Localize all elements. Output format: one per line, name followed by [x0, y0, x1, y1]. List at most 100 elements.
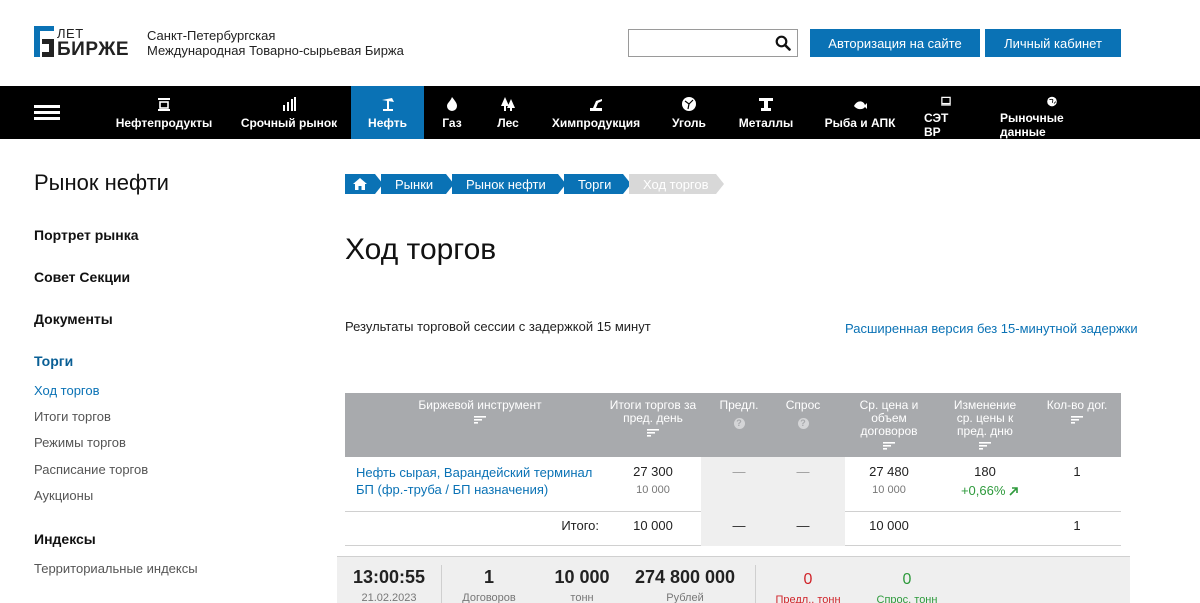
arrow-up-icon: [1009, 487, 1018, 496]
prev-volume: 10 000: [636, 484, 670, 496]
demand-value: —: [796, 464, 810, 479]
extended-version-link[interactable]: Расширенная версия без 15-минутной задер…: [845, 321, 1138, 336]
nav-item-futures[interactable]: Срочный рынок: [238, 86, 340, 139]
avg-volume: 10 000: [872, 484, 906, 496]
breadcrumb-markets[interactable]: Рынки: [381, 174, 454, 194]
total-count: 1: [1073, 518, 1081, 533]
nav-item-metals[interactable]: Металлы: [738, 86, 794, 139]
th-label: Предл.: [719, 398, 759, 412]
nav-label: Рыночные данные: [1000, 111, 1064, 139]
summary-offer-value: 0: [803, 571, 813, 588]
nav-item-market-data[interactable]: Рыночные данные: [1000, 86, 1104, 139]
nav-item-chemicals[interactable]: Химпродукция: [552, 86, 640, 139]
monitor-icon: [941, 96, 951, 106]
coal-icon: [682, 97, 696, 111]
summary-rubles: 274 800 000 Рублей: [625, 567, 745, 603]
sort-icon: [474, 416, 486, 424]
main-nav: Нефтепродукты Срочный рынок Нефть Газ Ле…: [0, 86, 1200, 139]
summary-rubles-label: Рублей: [666, 592, 704, 603]
search-input[interactable]: [629, 30, 769, 56]
sidebar-item-documents[interactable]: Документы: [34, 311, 113, 327]
sidebar-subitem-trading-progress[interactable]: Ход торгов: [34, 383, 100, 398]
th-avg-price[interactable]: Ср. цена и объем договоров: [847, 399, 931, 450]
sidebar-title: Рынок нефти: [34, 170, 169, 195]
nav-label: Лес: [497, 116, 519, 130]
breadcrumb-current: Ход торгов: [629, 174, 724, 194]
cabinet-button[interactable]: Личный кабинет: [985, 29, 1121, 57]
table-header: Биржевой инструмент Итоги торгов за пред…: [345, 393, 1121, 457]
total-label: Итого:: [561, 518, 599, 533]
summary-time-value: 13:00:55: [352, 567, 426, 587]
contracts-count: 1: [1073, 464, 1081, 479]
nav-item-coal[interactable]: Уголь: [668, 86, 710, 139]
logo-word: БИРЖЕ: [57, 39, 130, 60]
total-avg-volume: 10 000: [869, 518, 909, 533]
summary-tons-label: тонн: [570, 592, 594, 603]
sort-icon: [1071, 416, 1083, 424]
sidebar-subitem-trading-schedule[interactable]: Расписание торгов: [34, 462, 148, 477]
summary-time: 13:00:55 21.02.2023: [347, 567, 431, 603]
globe-icon: [1047, 96, 1057, 107]
nav-item-forest[interactable]: Лес: [488, 86, 528, 139]
home-icon: [353, 178, 367, 190]
nav-item-gas[interactable]: Газ: [432, 86, 472, 139]
nav-item-fish[interactable]: Рыба и АПК: [824, 86, 896, 139]
exchange-logo[interactable]: ЛЕТ БИРЖЕ: [34, 26, 130, 60]
nav-item-set-vr[interactable]: СЭТ ВР: [924, 86, 968, 139]
metal-icon: [759, 98, 773, 111]
session-note: Результаты торговой сессии с задержкой 1…: [345, 319, 651, 334]
th-label: Итоги торгов за пред. день: [609, 398, 697, 425]
sidebar-item-market-portrait[interactable]: Портрет рынка: [34, 227, 139, 243]
breadcrumb-home[interactable]: [345, 174, 383, 194]
question-icon[interactable]: ?: [733, 418, 745, 429]
flame-icon: [447, 97, 457, 111]
sidebar-subitem-trading-results[interactable]: Итоги торгов: [34, 409, 111, 424]
search-box: [628, 29, 798, 57]
sidebar-subitem-trading-modes[interactable]: Режимы торгов: [34, 435, 126, 450]
summary-rubles-value: 274 800 000: [634, 567, 736, 587]
sidebar-subitem-auctions[interactable]: Аукционы: [34, 488, 93, 503]
avg-price: 27 480: [869, 464, 909, 479]
nav-item-oil[interactable]: Нефть: [351, 86, 424, 139]
breadcrumb-trading[interactable]: Торги: [564, 174, 631, 194]
session-summary-bar: 13:00:55 21.02.2023 1 Договоров 10 000 т…: [337, 556, 1130, 603]
sidebar-subitem-territorial-indices[interactable]: Территориальные индексы: [34, 561, 198, 576]
sort-icon: [883, 442, 895, 450]
sidebar-item-indices[interactable]: Индексы: [34, 531, 96, 547]
th-label: Биржевой инструмент: [418, 398, 542, 412]
nav-label: Газ: [442, 116, 462, 130]
th-count[interactable]: Кол-во дог.: [1039, 399, 1115, 424]
nav-label: Срочный рынок: [240, 116, 338, 130]
oil-products-icon: [158, 98, 170, 111]
nav-item-oil-products[interactable]: Нефтепродукты: [113, 86, 215, 139]
question-icon[interactable]: ?: [797, 418, 809, 429]
instrument-link[interactable]: Нефть сырая, Варандейский терминал БП (ф…: [356, 464, 596, 498]
sidebar-item-trading[interactable]: Торги: [34, 353, 73, 369]
search-icon[interactable]: [775, 35, 791, 51]
sort-icon: [979, 442, 991, 450]
auth-button[interactable]: Авторизация на сайте: [810, 29, 980, 57]
nav-label: Уголь: [672, 116, 706, 130]
th-demand: Спрос ?: [769, 399, 837, 429]
th-prev-total[interactable]: Итоги торгов за пред. день: [607, 399, 699, 437]
th-offer: Предл. ?: [705, 399, 773, 429]
th-label: Спрос: [785, 398, 821, 412]
summary-demand: 0 Спрос, тонн: [863, 571, 951, 603]
sidebar-item-section-council[interactable]: Совет Секции: [34, 269, 130, 285]
sort-icon: [647, 429, 659, 437]
org-name-line1: Санкт-Петербургская: [147, 28, 276, 43]
trees-icon: [501, 97, 515, 111]
burger-menu-icon[interactable]: [34, 105, 60, 121]
breadcrumb-oil-market[interactable]: Рынок нефти: [452, 174, 566, 194]
org-name-line2: Международная Товарно-сырьевая Биржа: [147, 43, 404, 58]
nav-label: Нефть: [368, 116, 407, 130]
nav-label: Металлы: [738, 116, 794, 130]
logo-mark-icon: [34, 26, 54, 57]
summary-contracts-value: 1: [483, 567, 494, 587]
nav-label: Рыба и АПК: [824, 116, 896, 130]
th-change[interactable]: Изменение ср. цены к пред. дню: [945, 399, 1025, 450]
th-instrument[interactable]: Биржевой инструмент: [385, 399, 575, 424]
oil-derrick-icon: [381, 98, 394, 111]
nav-label: Химпродукция: [551, 116, 641, 130]
th-label: Ср. цена и объем договоров: [859, 398, 919, 438]
